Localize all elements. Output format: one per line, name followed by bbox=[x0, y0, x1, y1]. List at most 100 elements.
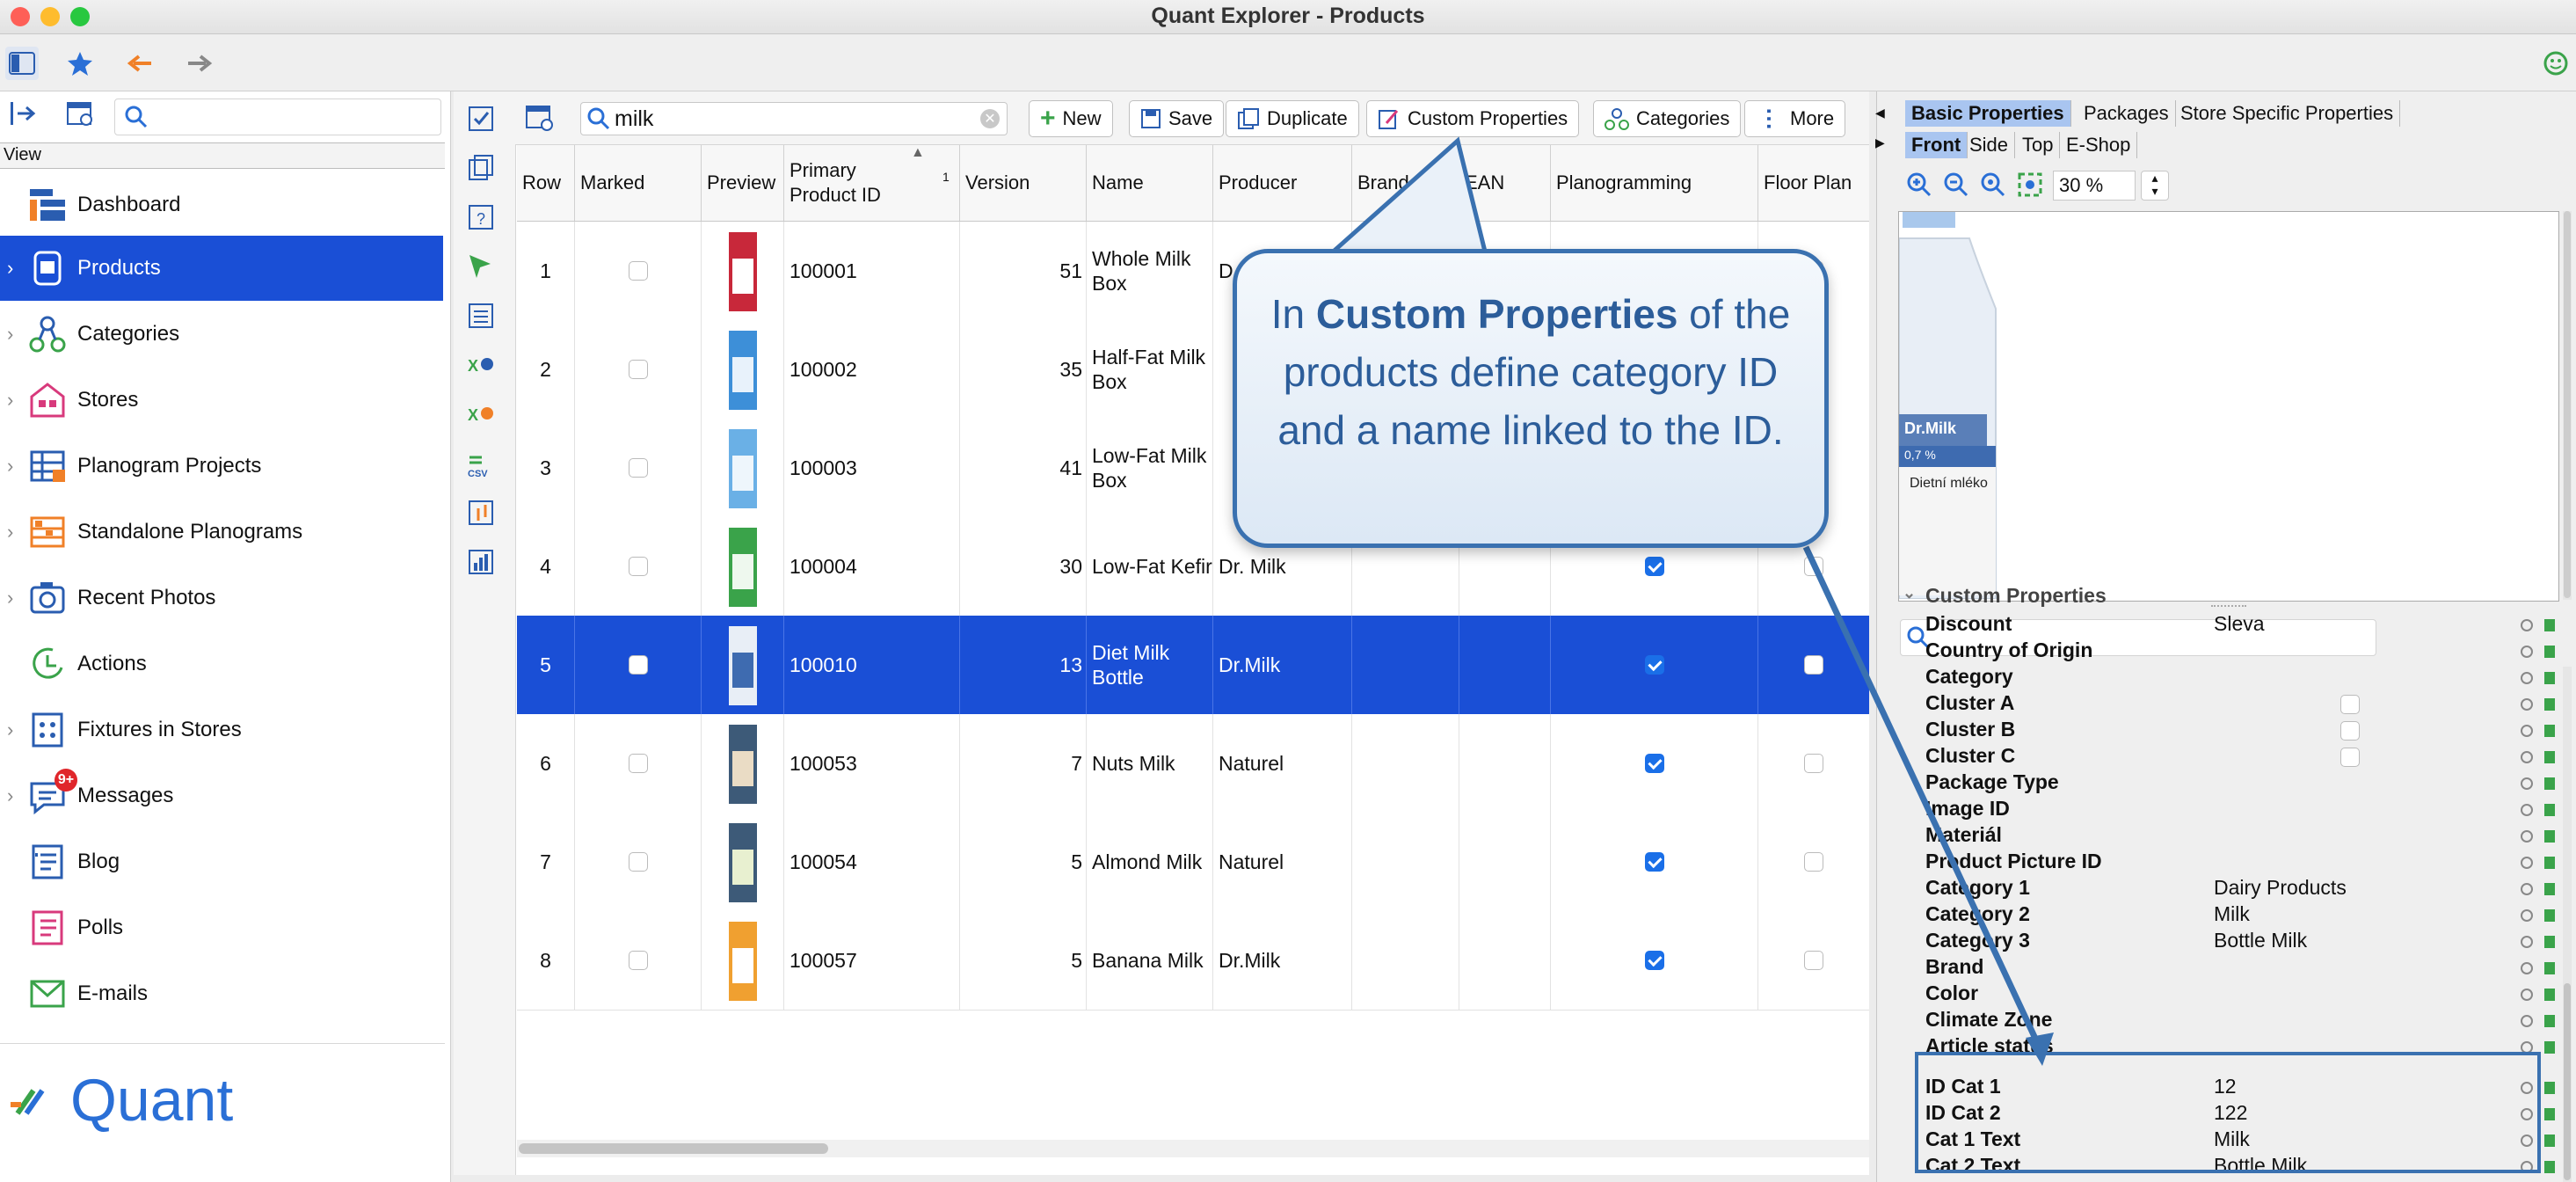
list-icon[interactable] bbox=[466, 301, 496, 331]
move-icon[interactable] bbox=[466, 252, 496, 281]
zoom-level-field[interactable]: 30 % bbox=[2053, 171, 2136, 201]
property-row[interactable]: Discount Sleva bbox=[1899, 612, 2567, 638]
expand-panel-icon[interactable]: ▶ bbox=[1875, 135, 1885, 150]
planogramming-checkbox[interactable] bbox=[1644, 655, 1664, 675]
back-arrow-icon[interactable] bbox=[123, 47, 156, 80]
sync-icon[interactable] bbox=[466, 498, 496, 528]
property-row[interactable]: Category 3 Bottle Milk bbox=[1899, 929, 2567, 955]
custom-properties-button[interactable]: Custom Properties bbox=[1366, 100, 1580, 137]
sidebar-item-planogram-projects[interactable]: › Planogram Projects bbox=[0, 434, 443, 499]
table-row[interactable]: 5 100010 13 Diet Milk Bottle Dr.Milk bbox=[517, 616, 1869, 715]
marked-checkbox[interactable] bbox=[628, 557, 648, 576]
property-actions-icon[interactable] bbox=[2518, 959, 2560, 976]
preview-scrollbar-thumb[interactable] bbox=[2564, 211, 2571, 598]
zoom-in-icon[interactable] bbox=[1905, 171, 1933, 199]
property-row[interactable]: Category 2 Milk bbox=[1899, 902, 2567, 929]
sidebar-item-products[interactable]: › Products bbox=[0, 236, 443, 301]
tab-store-specific-properties[interactable]: Store Specific Properties bbox=[2174, 100, 2401, 127]
sidebar-item-categories[interactable]: › Categories bbox=[0, 302, 443, 367]
help-icon[interactable]: ? bbox=[466, 202, 496, 232]
floor-plan-checkbox[interactable] bbox=[1804, 655, 1823, 675]
nav-settings-icon[interactable] bbox=[65, 98, 97, 130]
property-actions-icon[interactable] bbox=[2518, 985, 2560, 1003]
favorites-star-icon[interactable] bbox=[63, 47, 97, 80]
column-header-preview[interactable]: Preview bbox=[702, 145, 784, 221]
property-row[interactable]: Image ID bbox=[1899, 797, 2567, 823]
property-actions-icon[interactable] bbox=[2518, 748, 2560, 765]
property-row[interactable]: Category 1 Dairy Products bbox=[1899, 876, 2567, 902]
planogramming-checkbox[interactable] bbox=[1644, 951, 1664, 970]
property-row[interactable]: Color bbox=[1899, 981, 2567, 1008]
table-row[interactable]: 8 100057 5 Banana Milk Dr.Milk bbox=[517, 911, 1869, 1011]
sidebar-toggle-icon[interactable] bbox=[5, 47, 39, 80]
property-actions-icon[interactable] bbox=[2518, 616, 2560, 633]
horizontal-scrollbar[interactable] bbox=[517, 1140, 1869, 1157]
column-settings-icon[interactable] bbox=[524, 102, 556, 134]
tab-basic-properties[interactable]: Basic Properties bbox=[1905, 100, 2071, 127]
sidebar-item-messages[interactable]: › 9+ Messages bbox=[0, 763, 443, 828]
excel-export-icon[interactable]: X bbox=[466, 350, 496, 380]
property-actions-icon[interactable] bbox=[2518, 721, 2560, 739]
property-actions-icon[interactable] bbox=[2518, 695, 2560, 712]
tab-front[interactable]: Front bbox=[1905, 132, 1968, 158]
property-row[interactable]: Materiál bbox=[1899, 823, 2567, 850]
scrollbar-thumb[interactable] bbox=[519, 1143, 828, 1154]
sidebar-item-emails[interactable]: E-mails bbox=[0, 961, 443, 1026]
property-row[interactable]: Country of Origin bbox=[1899, 638, 2567, 665]
new-button[interactable]: + New bbox=[1029, 100, 1113, 137]
column-header-planogramming[interactable]: Planogramming bbox=[1551, 145, 1758, 221]
forward-arrow-icon[interactable] bbox=[183, 47, 216, 80]
property-value[interactable]: Bottle Milk bbox=[2214, 929, 2307, 952]
marked-checkbox[interactable] bbox=[628, 261, 648, 281]
property-actions-icon[interactable] bbox=[2518, 827, 2560, 844]
property-row[interactable]: Category bbox=[1899, 665, 2567, 691]
column-header-row[interactable]: Row bbox=[517, 145, 575, 221]
tab-top[interactable]: Top bbox=[2016, 132, 2061, 158]
property-checkbox[interactable] bbox=[2340, 695, 2360, 714]
collapse-panel-icon[interactable]: ◀ bbox=[1875, 106, 1885, 120]
property-actions-icon[interactable] bbox=[2518, 906, 2560, 923]
column-header-brand[interactable]: Brand bbox=[1352, 145, 1459, 221]
column-header-version[interactable]: Version bbox=[960, 145, 1087, 221]
property-actions-icon[interactable] bbox=[2518, 642, 2560, 660]
property-actions-icon[interactable] bbox=[2518, 932, 2560, 950]
floor-plan-checkbox[interactable] bbox=[1804, 951, 1823, 970]
table-row[interactable]: 7 100054 5 Almond Milk Naturel bbox=[517, 813, 1869, 912]
floor-plan-checkbox[interactable] bbox=[1804, 557, 1823, 576]
property-actions-icon[interactable] bbox=[2518, 853, 2560, 871]
marked-checkbox[interactable] bbox=[628, 360, 648, 379]
nav-tool-icon[interactable] bbox=[7, 98, 39, 130]
property-actions-icon[interactable] bbox=[2518, 879, 2560, 897]
sidebar-item-standalone-planograms[interactable]: › Standalone Planograms bbox=[0, 500, 443, 565]
more-button[interactable]: ⋯ More bbox=[1744, 100, 1846, 137]
sidebar-item-dashboard[interactable]: Dashboard bbox=[0, 172, 443, 237]
property-row[interactable]: Cluster A bbox=[1899, 691, 2567, 718]
tab-e-shop[interactable]: E-Shop bbox=[2060, 132, 2138, 158]
column-header-ean[interactable]: EAN bbox=[1459, 145, 1551, 221]
zoom-out-icon[interactable] bbox=[1942, 171, 1970, 199]
planogramming-checkbox[interactable] bbox=[1644, 852, 1664, 872]
sidebar-item-actions[interactable]: Actions bbox=[0, 631, 443, 697]
property-row[interactable]: Climate Zone bbox=[1899, 1008, 2567, 1034]
property-checkbox[interactable] bbox=[2340, 748, 2360, 767]
property-row[interactable]: Product Picture ID bbox=[1899, 850, 2567, 876]
property-actions-icon[interactable] bbox=[2518, 800, 2560, 818]
copy-icon[interactable] bbox=[466, 153, 496, 183]
marked-checkbox[interactable] bbox=[628, 951, 648, 970]
property-actions-icon[interactable] bbox=[2518, 668, 2560, 686]
clear-search-icon[interactable]: ✕ bbox=[980, 109, 1000, 128]
select-all-icon[interactable] bbox=[466, 104, 496, 134]
marked-checkbox[interactable] bbox=[628, 754, 648, 773]
planogramming-checkbox[interactable] bbox=[1644, 557, 1664, 576]
property-value[interactable]: Milk bbox=[2214, 902, 2250, 926]
nav-search-field[interactable] bbox=[114, 98, 441, 135]
column-header-marked[interactable]: Marked bbox=[575, 145, 702, 221]
property-value[interactable]: Sleva bbox=[2214, 612, 2265, 636]
sidebar-item-fixtures-in-stores[interactable]: › Fixtures in Stores bbox=[0, 697, 443, 762]
categories-button[interactable]: Categories bbox=[1593, 100, 1742, 137]
property-value[interactable]: Dairy Products bbox=[2214, 876, 2347, 900]
planogramming-checkbox[interactable] bbox=[1644, 754, 1664, 773]
column-header-name[interactable]: Name bbox=[1087, 145, 1213, 221]
tab-packages[interactable]: Packages bbox=[2078, 100, 2176, 127]
marked-checkbox[interactable] bbox=[628, 458, 648, 478]
